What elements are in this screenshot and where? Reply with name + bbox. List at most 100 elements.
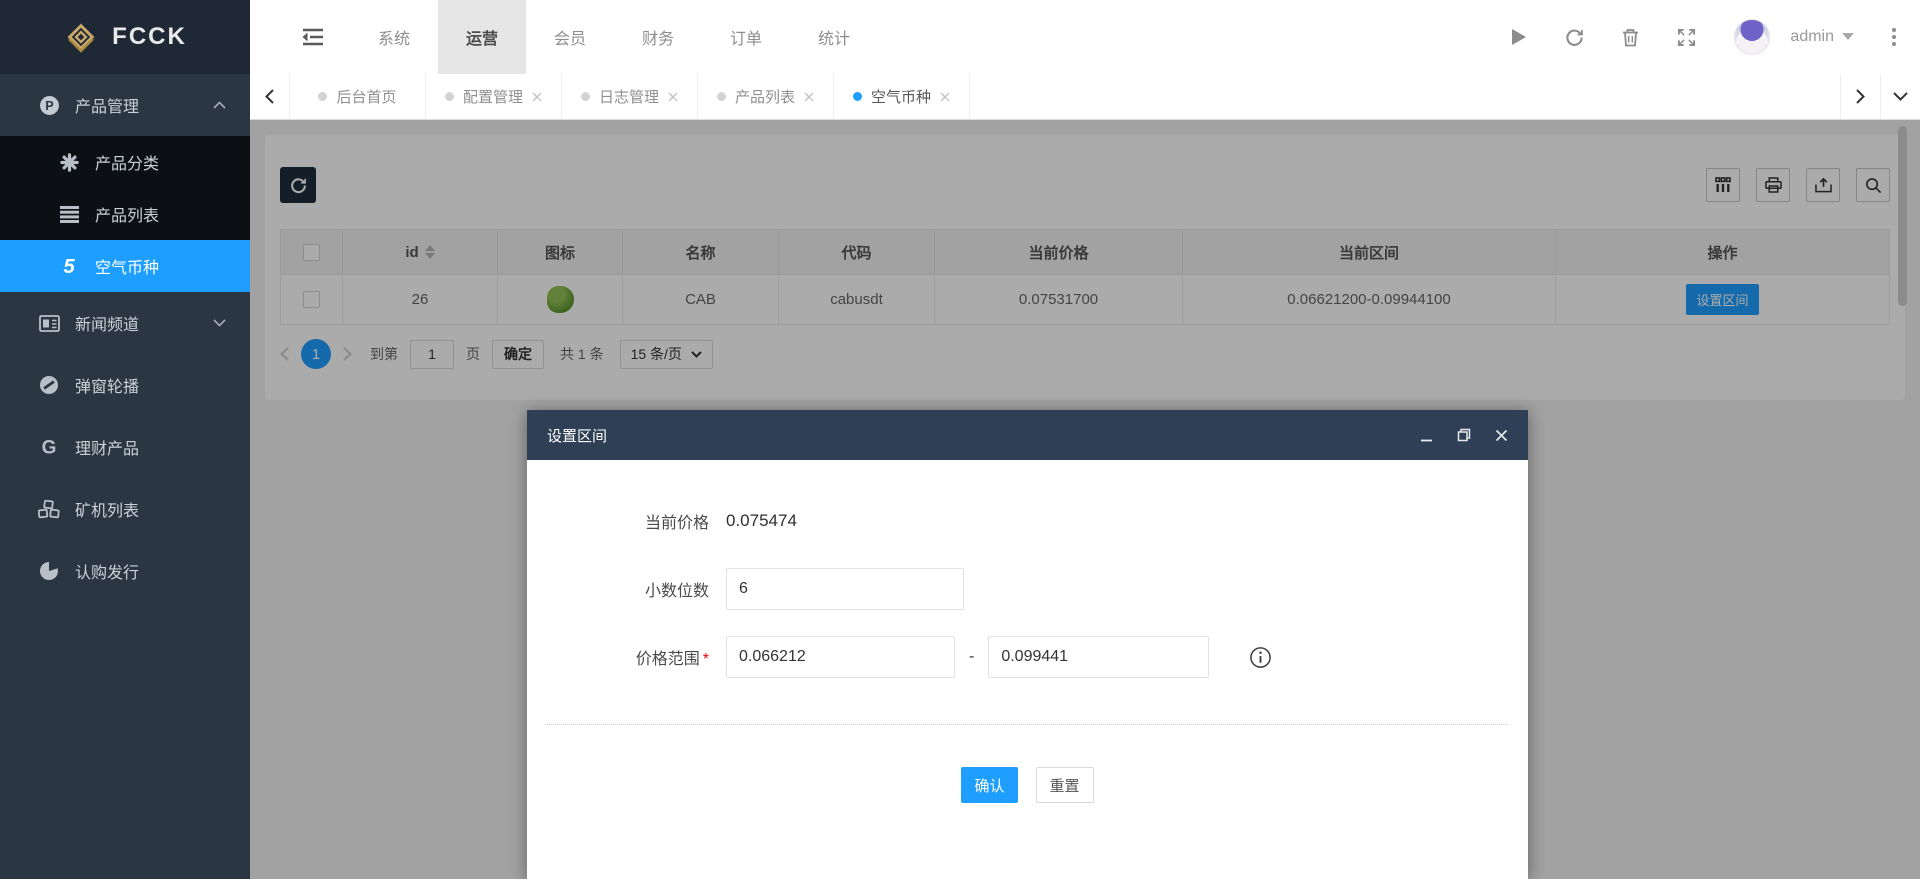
sidebar-item-label: 弹窗轮播 (75, 373, 139, 397)
info-icon[interactable] (1249, 646, 1272, 669)
topnav-item-orders[interactable]: 订单 (702, 0, 790, 74)
topnav-item-system[interactable]: 系统 (350, 0, 438, 74)
topbar: 系统 运营 会员 财务 订单 统计 admin (250, 0, 1920, 74)
play-icon[interactable] (1511, 28, 1527, 46)
range-max-input[interactable] (988, 636, 1209, 678)
topnav-item-members[interactable]: 会员 (526, 0, 614, 74)
set-range-modal: 设置区间 当前价格 0.075474 小数位数 价格范围* - (527, 410, 1528, 879)
sidebar-collapse-icon[interactable] (302, 28, 324, 46)
sidebar-item-product-category[interactable]: 产品分类 (0, 136, 250, 188)
price-range-row: 价格范围* - (547, 636, 1508, 678)
trash-icon[interactable] (1622, 28, 1639, 47)
caret-down-icon (1842, 33, 1854, 41)
topnav-item-finance[interactable]: 财务 (614, 0, 702, 74)
tabs-menu-icon[interactable] (1880, 74, 1920, 119)
sidebar-item-wealth-products[interactable]: G 理财产品 (0, 416, 250, 478)
logo-diamond-icon (63, 19, 99, 55)
tab-label: 空气币种 (871, 86, 931, 107)
modal-header[interactable]: 设置区间 (527, 410, 1528, 460)
tab-label: 产品列表 (735, 86, 795, 107)
fullscreen-icon[interactable] (1677, 28, 1696, 47)
tab-air-coin[interactable]: 空气币种 (834, 74, 970, 119)
pie-icon (38, 561, 60, 581)
p-circle-icon: P (38, 95, 60, 116)
close-icon[interactable] (668, 92, 678, 102)
minimize-icon[interactable] (1420, 429, 1433, 442)
tab-product-list[interactable]: 产品列表 (698, 74, 834, 119)
decimals-input[interactable] (726, 568, 964, 610)
close-icon[interactable] (940, 92, 950, 102)
sidebar: FCCK P 产品管理 产品分类 产品列表 (0, 0, 250, 879)
current-price-row: 当前价格 0.075474 (547, 500, 1508, 542)
tab-label: 后台首页 (336, 86, 396, 107)
user-menu[interactable]: admin (1790, 28, 1854, 46)
required-asterisk: * (703, 651, 709, 668)
modal-title: 设置区间 (547, 425, 607, 446)
sidebar-item-label: 认购发行 (75, 559, 139, 583)
sidebar-item-air-coin[interactable]: 5 空气币种 (0, 240, 250, 292)
top-nav: 系统 运营 会员 财务 订单 统计 (350, 0, 878, 74)
app-logo: FCCK (0, 0, 250, 74)
close-icon[interactable] (804, 92, 814, 102)
burst-icon (58, 153, 80, 172)
tab-dot (717, 92, 726, 101)
svg-text:P: P (45, 99, 53, 113)
topbar-actions: admin (1511, 0, 1920, 74)
current-price-value: 0.075474 (726, 511, 797, 531)
tab-label: 日志管理 (599, 86, 659, 107)
modal-body: 当前价格 0.075474 小数位数 价格范围* - 确认 重置 (527, 460, 1528, 803)
svg-text:G: G (42, 438, 57, 459)
close-icon[interactable] (532, 92, 542, 102)
sidebar-item-subscription-issue[interactable]: 认购发行 (0, 540, 250, 602)
range-min-input[interactable] (726, 636, 955, 678)
sidebar-item-miner-list[interactable]: 矿机列表 (0, 478, 250, 540)
carousel-icon (38, 375, 60, 395)
sidebar-item-label: 空气币种 (95, 254, 159, 278)
sidebar-item-label: 产品管理 (75, 93, 139, 117)
tabs-scroll-right-icon[interactable] (1840, 74, 1880, 119)
reset-button[interactable]: 重置 (1036, 767, 1094, 803)
confirm-button[interactable]: 确认 (961, 767, 1017, 803)
list-icon (58, 206, 80, 223)
tab-dot (581, 92, 590, 101)
close-icon[interactable] (1495, 429, 1508, 442)
tab-home[interactable]: 后台首页 (290, 74, 426, 119)
sidebar-item-label: 理财产品 (75, 435, 139, 459)
chevron-down-icon (213, 319, 226, 327)
topnav-item-statistics[interactable]: 统计 (790, 0, 878, 74)
coin-5-icon: 5 (58, 255, 80, 277)
avatar[interactable] (1734, 19, 1770, 55)
sidebar-item-news-channel[interactable]: 新闻频道 (0, 292, 250, 354)
sidebar-item-label: 矿机列表 (75, 497, 139, 521)
tab-logs[interactable]: 日志管理 (562, 74, 698, 119)
tab-dot (445, 92, 454, 101)
tab-config[interactable]: 配置管理 (426, 74, 562, 119)
restore-window-icon[interactable] (1457, 428, 1471, 442)
decimals-label: 小数位数 (547, 577, 709, 601)
svg-text:5: 5 (63, 256, 75, 277)
kebab-menu-icon[interactable] (1892, 28, 1896, 46)
current-price-label: 当前价格 (547, 509, 709, 533)
sidebar-item-product-list[interactable]: 产品列表 (0, 188, 250, 240)
username: admin (1790, 28, 1834, 46)
range-separator: - (969, 648, 974, 666)
decimals-row: 小数位数 (547, 568, 1508, 610)
tabs-scroll-left-icon[interactable] (250, 74, 290, 119)
tab-label: 配置管理 (463, 86, 523, 107)
sidebar-submenu-product: 产品分类 产品列表 5 空气币种 (0, 136, 250, 292)
form-divider (547, 724, 1508, 725)
topnav-item-operations[interactable]: 运营 (438, 0, 526, 74)
newspaper-icon (38, 315, 60, 332)
tab-dot (318, 92, 327, 101)
sidebar-item-label: 产品分类 (95, 150, 159, 174)
tabbar: 后台首页 配置管理 日志管理 产品列表 空气币种 (250, 74, 1920, 120)
logo-text: FCCK (112, 23, 187, 51)
cubes-icon (38, 500, 60, 519)
tab-dot (853, 92, 862, 101)
sidebar-item-product-management[interactable]: P 产品管理 (0, 74, 250, 136)
refresh-icon[interactable] (1565, 28, 1584, 47)
chevron-up-icon (213, 101, 226, 109)
sidebar-item-label: 新闻频道 (75, 311, 139, 335)
g-icon: G (38, 436, 60, 458)
sidebar-item-popup-carousel[interactable]: 弹窗轮播 (0, 354, 250, 416)
